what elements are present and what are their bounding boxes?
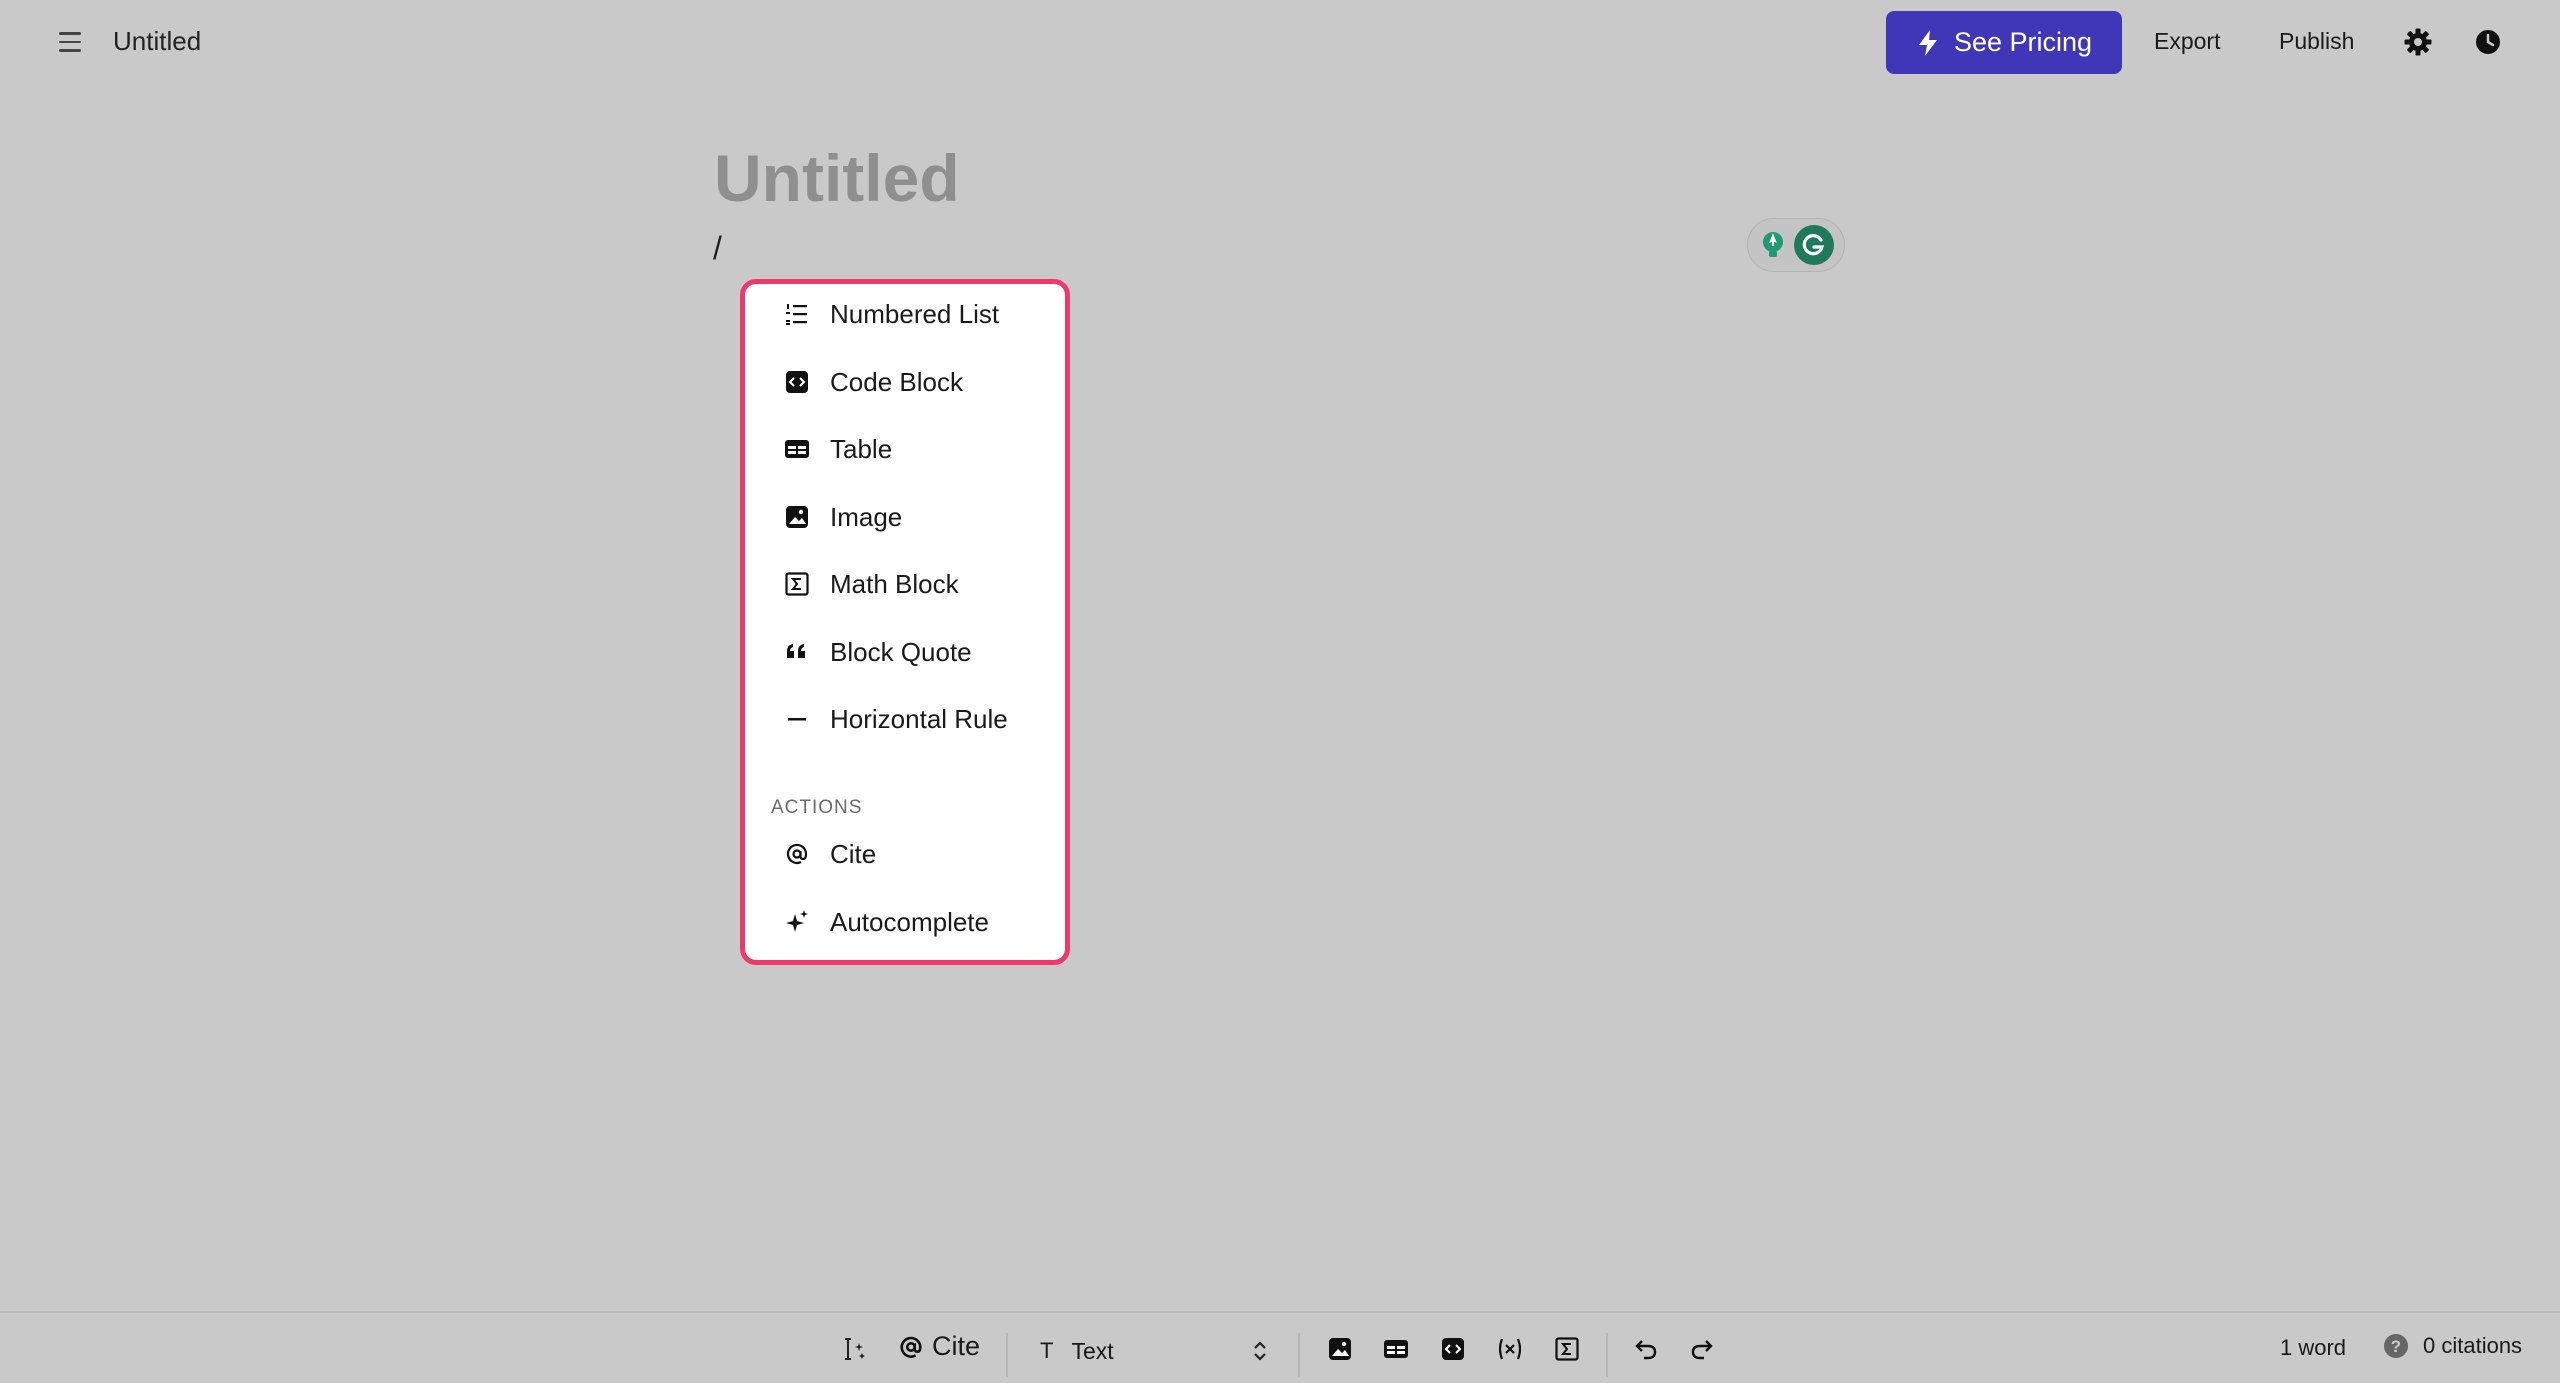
menu-item-block-quote[interactable]: Block Quote bbox=[745, 624, 1065, 680]
grammarly-widget[interactable] bbox=[1747, 218, 1845, 272]
menu-item-label: Code Block bbox=[830, 366, 963, 397]
citations-counter[interactable]: ? 0 citations bbox=[2383, 1333, 2522, 1359]
editor-current-line[interactable]: / bbox=[713, 230, 722, 267]
menu-item-label: Table bbox=[830, 433, 893, 464]
word-count: 1 word bbox=[2280, 1335, 2347, 1360]
hamburger-menu-icon[interactable] bbox=[52, 26, 88, 58]
page-title-placeholder[interactable]: Untitled bbox=[714, 140, 960, 216]
export-button[interactable]: Export bbox=[2154, 28, 2220, 55]
ai-cursor-icon[interactable] bbox=[840, 1335, 868, 1363]
publish-button[interactable]: Publish bbox=[2279, 28, 2354, 55]
horizontal-rule-icon bbox=[788, 718, 806, 721]
inline-math-icon[interactable] bbox=[1496, 1335, 1524, 1363]
history-clock-icon[interactable] bbox=[2474, 28, 2502, 56]
slash-command-menu: Numbered List Code Block Table Image Mat… bbox=[740, 279, 1070, 965]
gear-icon[interactable] bbox=[2403, 27, 2433, 57]
menu-item-label: Image bbox=[830, 501, 903, 532]
cite-label: Cite bbox=[932, 1331, 981, 1361]
table-icon[interactable] bbox=[1382, 1335, 1410, 1363]
table-icon bbox=[785, 440, 809, 458]
menu-item-image[interactable]: Image bbox=[745, 489, 1065, 545]
math-block-icon bbox=[785, 572, 809, 596]
numbered-list-icon bbox=[786, 304, 807, 325]
sparkle-icon bbox=[786, 910, 808, 932]
undo-icon[interactable] bbox=[1632, 1335, 1660, 1363]
text-style-value: Text bbox=[1071, 1337, 1114, 1364]
menu-item-label: Cite bbox=[830, 838, 877, 869]
menu-item-label: Block Quote bbox=[830, 636, 972, 667]
at-icon bbox=[900, 1336, 922, 1358]
see-pricing-button[interactable]: See Pricing bbox=[1886, 11, 2122, 74]
divider bbox=[1298, 1333, 1300, 1377]
menu-item-label: Horizontal Rule bbox=[830, 703, 1008, 734]
quote-icon bbox=[787, 644, 805, 658]
citations-count: 0 citations bbox=[2423, 1333, 2523, 1358]
menu-item-numbered-list[interactable]: Numbered List bbox=[745, 286, 1065, 342]
menu-item-label: Math Block bbox=[830, 568, 959, 599]
text-style-select[interactable]: T Text bbox=[1040, 1333, 1270, 1369]
menu-item-math-block[interactable]: Math Block bbox=[745, 556, 1065, 612]
lightbulb-icon[interactable] bbox=[1758, 230, 1788, 260]
code-block-icon bbox=[786, 371, 808, 393]
grammarly-logo-icon[interactable] bbox=[1794, 225, 1834, 265]
menu-item-autocomplete[interactable]: Autocomplete bbox=[745, 894, 1065, 950]
divider bbox=[1606, 1333, 1608, 1377]
menu-item-horizontal-rule[interactable]: Horizontal Rule bbox=[745, 691, 1065, 747]
math-block-icon[interactable] bbox=[1553, 1335, 1581, 1363]
menu-item-code-block[interactable]: Code Block bbox=[745, 354, 1065, 410]
help-circle-icon: ? bbox=[2384, 1334, 2408, 1358]
menu-item-label: Autocomplete bbox=[830, 906, 989, 937]
lightning-icon bbox=[1918, 29, 1937, 56]
svg-text:?: ? bbox=[2391, 1337, 2401, 1356]
actions-section-label: ACTIONS bbox=[771, 797, 863, 818]
cite-button[interactable]: Cite bbox=[898, 1331, 980, 1362]
menu-item-label: Numbered List bbox=[830, 298, 1000, 329]
text-type-icon: T bbox=[1040, 1338, 1054, 1363]
image-icon[interactable] bbox=[1326, 1335, 1354, 1363]
bottom-toolbar: Cite T Text 1 word ? 0 citations bbox=[0, 1311, 2560, 1383]
menu-item-cite[interactable]: Cite bbox=[745, 826, 1065, 882]
menu-item-table[interactable]: Table bbox=[745, 421, 1065, 477]
code-block-icon[interactable] bbox=[1439, 1335, 1467, 1363]
image-icon bbox=[786, 506, 808, 528]
top-bar: Untitled See Pricing Export Publish bbox=[0, 0, 2560, 84]
divider bbox=[1006, 1333, 1008, 1377]
redo-icon[interactable] bbox=[1688, 1335, 1716, 1363]
see-pricing-label: See Pricing bbox=[1953, 27, 2093, 57]
document-title[interactable]: Untitled bbox=[113, 26, 201, 57]
at-icon bbox=[786, 843, 808, 865]
chevron-up-down-icon bbox=[1254, 1341, 1266, 1361]
